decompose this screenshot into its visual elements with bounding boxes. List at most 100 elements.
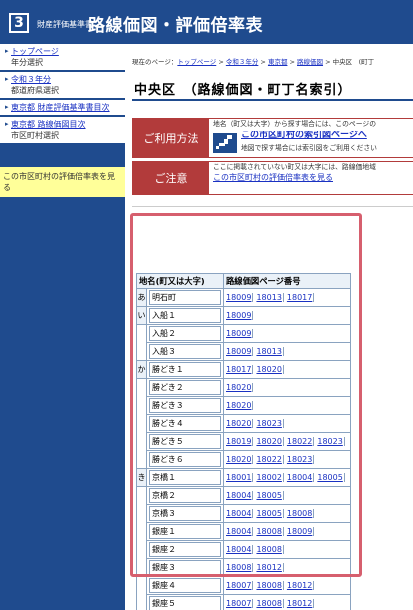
page-number-link[interactable]: 18020: [226, 401, 254, 410]
page-number-link[interactable]: 18008: [256, 599, 284, 608]
breadcrumb-link-route-map[interactable]: 路線価図: [297, 58, 323, 66]
area-name: 銀座５: [149, 596, 221, 610]
area-name-cell: 京橋１: [146, 468, 224, 487]
page-number-link[interactable]: 18020: [256, 365, 284, 374]
page-number-link[interactable]: 18017: [286, 293, 315, 302]
page-number-link[interactable]: 18022: [256, 455, 284, 464]
page-number-link[interactable]: 18020: [256, 437, 284, 446]
area-name: 明石町: [149, 290, 221, 305]
page-number-link[interactable]: 18004: [226, 545, 254, 554]
kana-index-cell: [136, 414, 147, 433]
sidebar-sub-label: 市区町村選択: [11, 131, 59, 140]
page-number-link[interactable]: 18004: [226, 509, 254, 518]
page-number-link[interactable]: 18020: [226, 419, 254, 428]
area-name: 銀座２: [149, 542, 221, 557]
area-name-cell: 勝どき１: [146, 360, 224, 379]
area-name: 銀座１: [149, 524, 221, 539]
area-name-cell: 勝どき５: [146, 432, 224, 451]
page-number-link[interactable]: 18009: [226, 311, 254, 320]
area-name-cell: 入船２: [146, 324, 224, 343]
page-number-link[interactable]: 18005: [256, 509, 284, 518]
sidebar-link-route-map-index[interactable]: 東京都 路線価図目次: [5, 119, 122, 130]
sidebar-sub-label: 都道府県選択: [11, 86, 59, 95]
area-name-cell: 京橋２: [146, 486, 224, 505]
kana-index-cell: [136, 522, 147, 541]
sidebar-notice[interactable]: この市区町村の評価倍率表を見る: [0, 167, 125, 197]
breadcrumb-link-year[interactable]: 令和３年分: [226, 58, 259, 66]
page-number-link[interactable]: 18008: [256, 545, 284, 554]
area-name: 京橋３: [149, 506, 221, 521]
sidebar-sub-label: 年分選択: [11, 58, 43, 67]
usage-line2: 地図で探す場合には索引図をご利用ください: [241, 144, 377, 152]
area-name-cell: 勝どき３: [146, 396, 224, 415]
page-number-link[interactable]: 18009: [226, 329, 254, 338]
page-links-cell: 18004 18005 18008: [223, 504, 351, 523]
kana-index-cell: [136, 378, 147, 397]
site-header: 3 財産評価基準書 路線価図・評価倍率表: [0, 0, 413, 44]
area-name: 銀座３: [149, 560, 221, 575]
page-number-link[interactable]: 18012: [256, 563, 284, 572]
table-row: い入船１ 18009: [136, 306, 351, 325]
page-number-link[interactable]: 18009: [226, 347, 254, 356]
page-links-cell: 18009: [223, 306, 351, 325]
page-number-link[interactable]: 18008: [256, 527, 284, 536]
table-row: 入船３ 18009 18013: [136, 342, 351, 361]
page-number-link[interactable]: 18009: [286, 527, 315, 536]
area-name: 銀座４: [149, 578, 221, 593]
multiplier-table-link[interactable]: この市区町村の評価倍率表を見る: [213, 173, 333, 182]
area-name-cell: 銀座３: [146, 558, 224, 577]
page-number-link[interactable]: 18009: [226, 293, 254, 302]
index-map-link[interactable]: この市区町村の索引図ページへ: [241, 131, 367, 140]
page-number-link[interactable]: 18007: [226, 581, 254, 590]
page-links-cell: 18004 18008: [223, 540, 351, 559]
page-number-link[interactable]: 18005: [256, 491, 284, 500]
table-row: 勝どき４ 18020 18023: [136, 414, 351, 433]
sidebar-link-top[interactable]: トップページ: [5, 46, 122, 57]
page-number-link[interactable]: 18005: [317, 473, 345, 482]
area-name-cell: 銀座５: [146, 594, 224, 610]
page-number-link[interactable]: 18012: [286, 581, 315, 590]
breadcrumb-link-tokyo[interactable]: 東京都: [268, 58, 288, 66]
page-number-link[interactable]: 18007: [226, 599, 254, 608]
breadcrumb-link-top[interactable]: トップページ: [177, 58, 216, 66]
page-links-cell: 18020: [223, 396, 351, 415]
header-page-number: 路線価図ページ番号: [223, 273, 351, 289]
sidebar-link-year[interactable]: 令和３年分: [5, 74, 122, 85]
page-number-link[interactable]: 18023: [256, 419, 284, 428]
page-number-link[interactable]: 18022: [286, 437, 315, 446]
page-number-link[interactable]: 18023: [286, 455, 315, 464]
page-number-link[interactable]: 18004: [226, 491, 254, 500]
page-number-link[interactable]: 18001: [226, 473, 254, 482]
page-number-link[interactable]: 18004: [286, 473, 315, 482]
area-name-cell: 銀座４: [146, 576, 224, 595]
kana-index-cell: あ: [136, 288, 147, 307]
page-number-link[interactable]: 18002: [256, 473, 284, 482]
table-row: か勝どき１ 18017 18020: [136, 360, 351, 379]
kana-index-cell: [136, 324, 147, 343]
page-number-link[interactable]: 18020: [226, 455, 254, 464]
page-number-link[interactable]: 18017: [226, 365, 254, 374]
page-number-link[interactable]: 18008: [226, 563, 254, 572]
page-number-link[interactable]: 18019: [226, 437, 254, 446]
page-number-link[interactable]: 18012: [286, 599, 315, 608]
page-number-link[interactable]: 18013: [256, 347, 284, 356]
site-title: 路線価図・評価倍率表: [88, 16, 263, 36]
page-number-link[interactable]: 18008: [286, 509, 315, 518]
header-area-name: 地名(町又は大字): [136, 273, 224, 289]
section-divider: [132, 206, 413, 207]
table-row: 入船２ 18009: [136, 324, 351, 343]
kana-index-cell: か: [136, 360, 147, 379]
page-number-link[interactable]: 18013: [256, 293, 284, 302]
logo-number-badge: 3: [9, 13, 29, 33]
table-row: 勝どき３ 18020: [136, 396, 351, 415]
page-number-link[interactable]: 18004: [226, 527, 254, 536]
sidebar-item-top: トップページ 年分選択: [0, 44, 125, 72]
page-number-link[interactable]: 18020: [226, 383, 254, 392]
page-links-cell: 18001 18002 18004 18005: [223, 468, 351, 487]
sidebar-item-route-map-index: 東京都 路線価図目次 市区町村選択: [0, 117, 125, 145]
page-number-link[interactable]: 18008: [256, 581, 284, 590]
sidebar-link-tokyo-index[interactable]: 東京都 財産評価基準書目次: [5, 102, 122, 113]
page-links-cell: 18009 18013 18017: [223, 288, 351, 307]
page-number-link[interactable]: 18023: [317, 437, 345, 446]
usage-line1: 地名（町又は大字）から探す場合には、このページの: [213, 120, 376, 128]
